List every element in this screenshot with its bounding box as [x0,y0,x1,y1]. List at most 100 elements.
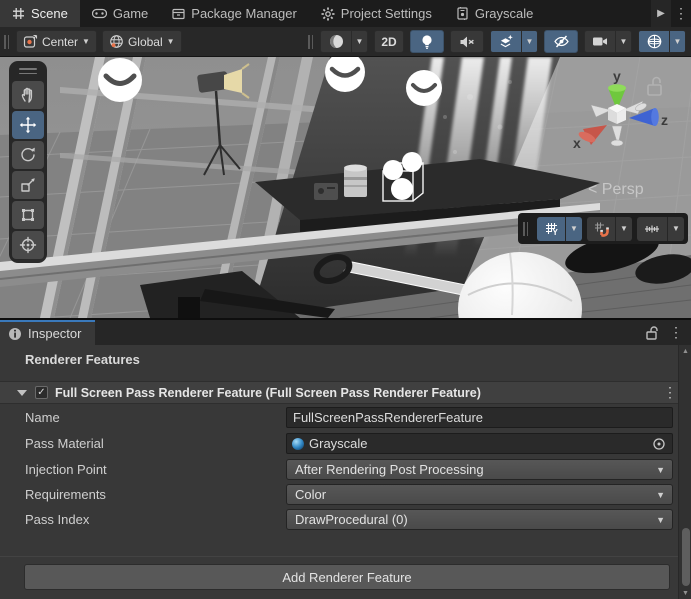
scale-tool-button[interactable] [12,171,44,199]
injection-point-value: After Rendering Post Processing [295,462,484,477]
scene-visibility-toggle[interactable] [544,30,578,53]
object-picker-icon[interactable] [652,437,666,451]
tab-scroll-right-button[interactable]: ▶ [651,0,671,27]
transform-tool-button[interactable] [12,231,44,259]
move-tool-button[interactable] [12,111,44,139]
lightbulb-icon [420,34,434,50]
pass-material-value: Grayscale [309,436,368,451]
feature-menu-button[interactable]: ⋮ [663,384,677,401]
pass-material-object-field[interactable]: Grayscale [286,433,673,454]
tab-label: Project Settings [341,6,432,21]
snap-increment-button[interactable]: ▼ [637,217,684,241]
gizmos-dropdown[interactable]: ▼ [669,31,685,52]
tools-overlay [9,61,47,263]
dropdown-caret-icon: ▼ [672,225,680,233]
draw-mode-dropdown[interactable]: ▼ [351,31,367,52]
scene-viewport[interactable]: y z x < Persp [0,57,691,318]
foldout-arrow-icon[interactable] [17,390,27,396]
window-tab-bar: Scene Game Package Manager Project Setti… [0,0,691,27]
toolbar-drag-handle[interactable] [4,34,12,50]
dropdown-caret-icon: ▼ [526,38,534,46]
tab-game[interactable]: Game [80,0,160,27]
scroll-up-icon[interactable]: ▲ [679,348,691,355]
tab-label: Scene [31,6,68,21]
tools-drag-handle[interactable] [19,64,37,79]
pass-index-label: Pass Index [25,512,89,527]
rotate-tool-button[interactable] [12,141,44,169]
scroll-down-icon[interactable]: ▼ [679,590,691,597]
grid-visibility-button[interactable]: Y ▼ [537,217,582,241]
snap-dropdown[interactable]: ▼ [615,217,632,241]
material-asset-icon [456,7,469,20]
2d-toggle-button[interactable]: 2D [374,30,404,53]
shaded-sphere-icon [328,33,345,50]
feature-enabled-checkbox[interactable]: ✓ [35,386,48,399]
requirements-label: Requirements [25,487,106,502]
tab-grayscale[interactable]: Grayscale [444,0,536,27]
pivot-mode-button[interactable]: Center ▼ [16,30,97,53]
tab-project-settings[interactable]: Project Settings [309,0,444,27]
pass-material-label: Pass Material [25,436,104,451]
snap-toggle-button[interactable]: ▼ [587,217,632,241]
camera-icon [592,35,608,48]
inspector-scrollbar[interactable]: ▲ ▼ [678,345,691,599]
scene-lighting-toggle[interactable] [410,30,444,53]
dropdown-caret-icon: ▼ [656,491,665,500]
requirements-dropdown[interactable]: Color ▼ [286,484,673,505]
dropdown-caret-icon: ▼ [167,38,175,46]
dropdown-caret-icon: ▼ [570,225,578,233]
dropdown-caret-icon: ▼ [656,516,665,525]
name-input[interactable] [286,407,673,428]
tab-bar-menu-button[interactable]: ⋮ [671,0,691,27]
scene-audio-toggle[interactable] [450,30,484,53]
tab-scene[interactable]: Scene [0,0,80,27]
snapbar-drag-handle[interactable] [523,221,531,237]
tab-bar-controls: ▶ ⋮ [651,0,691,27]
axis-x-label: x [573,135,581,151]
unity-editor-window: Scene Game Package Manager Project Setti… [0,0,691,599]
grid-dropdown[interactable]: ▼ [565,217,582,241]
inspector-tab-label: Inspector [28,326,81,341]
dropdown-caret-icon: ▼ [656,466,665,475]
chevron-right-icon: ▶ [657,8,665,19]
gizmo-sphere-icon [646,33,663,50]
magnet-grid-icon [593,220,610,237]
view-tool-button[interactable] [12,81,44,109]
move-icon [19,116,37,134]
dropdown-caret-icon: ▼ [356,38,364,46]
audio-muted-icon [459,35,475,49]
rect-tool-button[interactable] [12,201,44,229]
kebab-icon: ⋮ [674,5,688,22]
add-renderer-feature-button[interactable]: Add Renderer Feature [24,564,670,590]
effects-visibility-button[interactable]: ▼ [490,30,538,53]
transform-icon [19,236,37,254]
inspector-menu-button[interactable]: ⋮ [669,324,683,341]
increment-dropdown[interactable]: ▼ [667,217,684,241]
requirements-value: Color [295,487,326,502]
section-divider [0,556,691,557]
renderer-feature-header[interactable]: ✓ Full Screen Pass Renderer Feature (Ful… [0,381,691,404]
unlock-icon[interactable] [646,326,659,340]
gizmos-toggle-button[interactable]: ▼ [638,30,686,53]
injection-point-dropdown[interactable]: After Rendering Post Processing ▼ [286,459,673,480]
dropdown-caret-icon: ▼ [620,225,628,233]
gear-icon [321,7,335,21]
camera-settings-button[interactable]: ▼ [584,30,632,53]
camera-settings-dropdown[interactable]: ▼ [615,31,631,52]
tab-inspector[interactable]: Inspector [0,320,95,345]
inspector-header-controls: ⋮ [646,320,691,345]
scrollbar-thumb[interactable] [682,528,690,586]
perspective-label[interactable]: < Persp [588,181,644,198]
name-row: Name [0,407,691,429]
effects-dropdown[interactable]: ▼ [521,31,537,52]
tab-label: Package Manager [191,6,297,21]
tab-package-manager[interactable]: Package Manager [160,0,309,27]
orientation-mode-button[interactable]: Global ▼ [102,30,182,53]
pass-index-dropdown[interactable]: DrawProcedural (0) ▼ [286,509,673,530]
2d-label: 2D [381,35,396,49]
pass-material-row: Pass Material Grayscale [0,433,691,455]
check-icon: ✓ [37,387,45,398]
toggles-drag-handle[interactable] [308,34,316,50]
draw-mode-button[interactable]: ▼ [320,30,368,53]
pass-index-row: Pass Index DrawProcedural (0) ▼ [0,509,691,531]
